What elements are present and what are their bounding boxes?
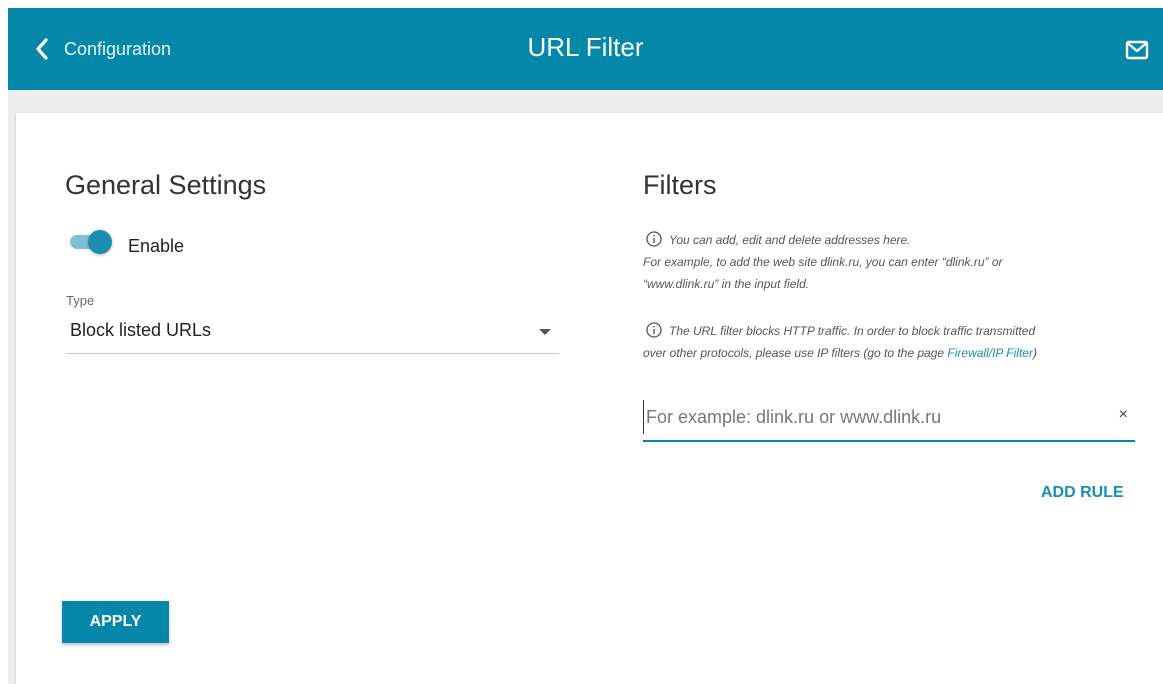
info-text-http: The URL filter blocks HTTP traffic. In o… (643, 320, 1148, 364)
add-rule-button[interactable]: ADD RULE (1041, 484, 1124, 502)
chevron-left-icon (36, 38, 48, 60)
info2-line1: The URL filter blocks HTTP traffic. In o… (669, 324, 1036, 338)
info-text-addresses: You can add, edit and delete addresses h… (643, 229, 1148, 295)
enable-label: Enable (128, 236, 185, 256)
toggle-knob (88, 230, 112, 254)
general-settings-heading: General Settings (65, 170, 267, 200)
url-field: × (643, 398, 1135, 442)
info1-line1: You can add, edit and delete addresses h… (669, 233, 911, 247)
header-bar: Configuration URL Filter (8, 8, 1163, 90)
firewall-ip-filter-link[interactable]: Firewall/IP Filter (947, 346, 1033, 360)
settings-card: General Settings Enable Type Block liste… (16, 113, 1163, 684)
type-select-value: Block listed URLs (70, 320, 212, 340)
caret-down-icon (539, 329, 551, 335)
mail-icon[interactable] (1125, 40, 1149, 60)
info1-line3: “www.dlink.ru” in the input field. (643, 277, 810, 291)
url-input[interactable] (643, 400, 1106, 434)
info2-end: ) (1032, 346, 1037, 360)
info-icon (646, 231, 662, 247)
info2-line2: over other protocols, please use IP filt… (643, 346, 948, 360)
enable-toggle[interactable] (70, 229, 114, 255)
info1-line2: For example, to add the web site dlink.r… (643, 255, 1003, 269)
clear-icon[interactable]: × (1119, 406, 1128, 424)
back-label: Configuration (64, 38, 172, 59)
app-frame: Configuration URL Filter General Setting… (8, 8, 1163, 684)
info-icon (646, 322, 662, 338)
page-title: URL Filter (527, 32, 644, 62)
filters-heading: Filters (643, 170, 717, 200)
type-label: Type (66, 293, 95, 308)
back-button[interactable]: Configuration (34, 34, 171, 64)
apply-button[interactable]: APPLY (62, 601, 169, 643)
type-select[interactable]: Block listed URLs (66, 313, 559, 354)
